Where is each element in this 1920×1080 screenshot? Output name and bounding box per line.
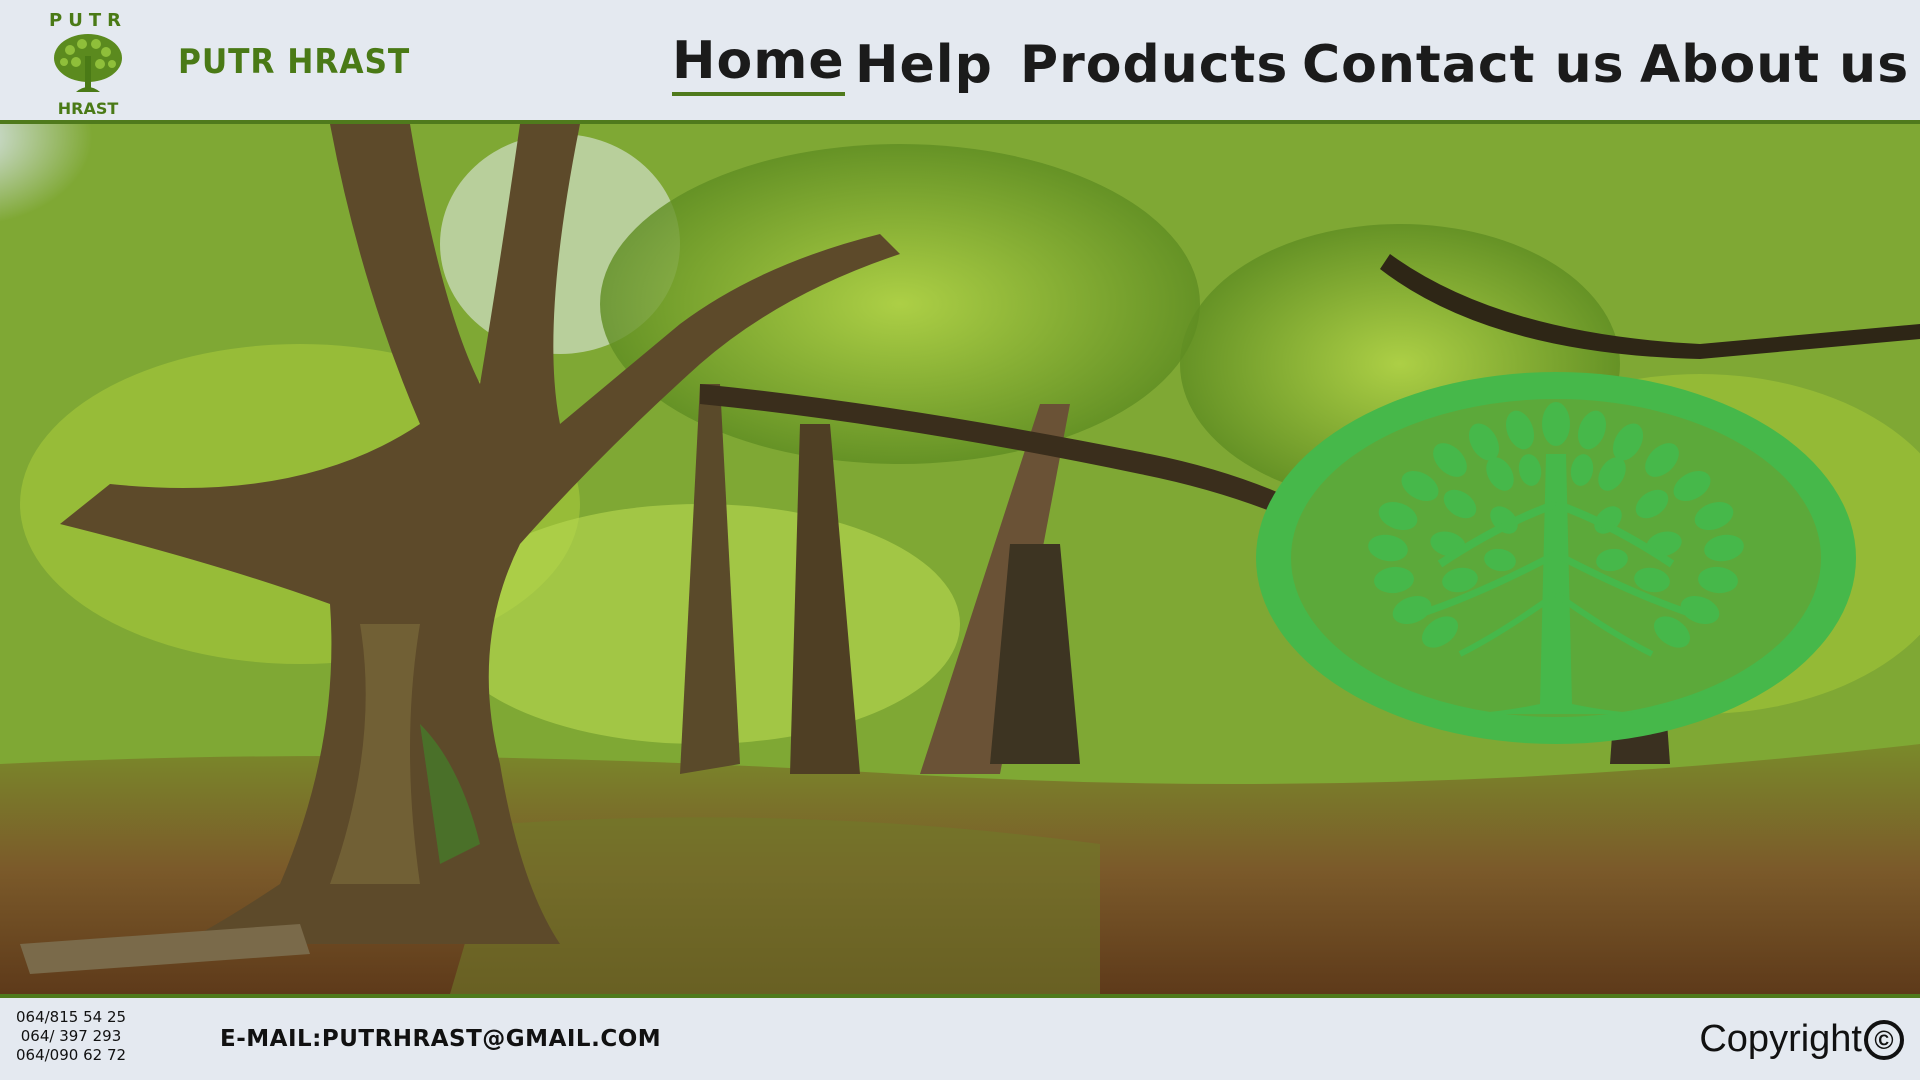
nav-home[interactable]: Home [672,30,845,96]
nav-help[interactable]: Help [855,30,993,100]
svg-text:HRAST: HRAST [58,99,119,118]
site-header: PUTR HRAST PUTR HRAST Home Help Products… [0,0,1920,124]
tree-of-life-icon [1256,372,1856,744]
copyright-icon: © [1864,1019,1904,1060]
nav-contact-us[interactable]: Contact us [1302,30,1625,100]
nav-products[interactable]: Products [1020,30,1288,100]
site-footer: 064/815 54 25 064/ 397 293 064/090 62 72… [0,998,1920,1080]
phone-number: 064/815 54 25 [16,1008,127,1026]
copyright: Copyright © [1699,1018,1904,1061]
nav-about-us[interactable]: About us [1640,30,1909,100]
main-nav: Home Help Products Contact us About us [0,30,1920,100]
email-link[interactable]: E-MAIL:PUTRHRAST@GMAIL.COM [220,1026,661,1052]
phone-number: 064/090 62 72 [16,1046,127,1064]
phone-list: 064/815 54 25 064/ 397 293 064/090 62 72 [16,1008,126,1065]
copyright-label: Copyright [1699,1018,1862,1060]
hero-banner [0,124,1920,998]
forest-photo [0,124,1920,994]
phone-number: 064/ 397 293 [20,1027,122,1045]
svg-text:PUTR: PUTR [49,10,127,31]
